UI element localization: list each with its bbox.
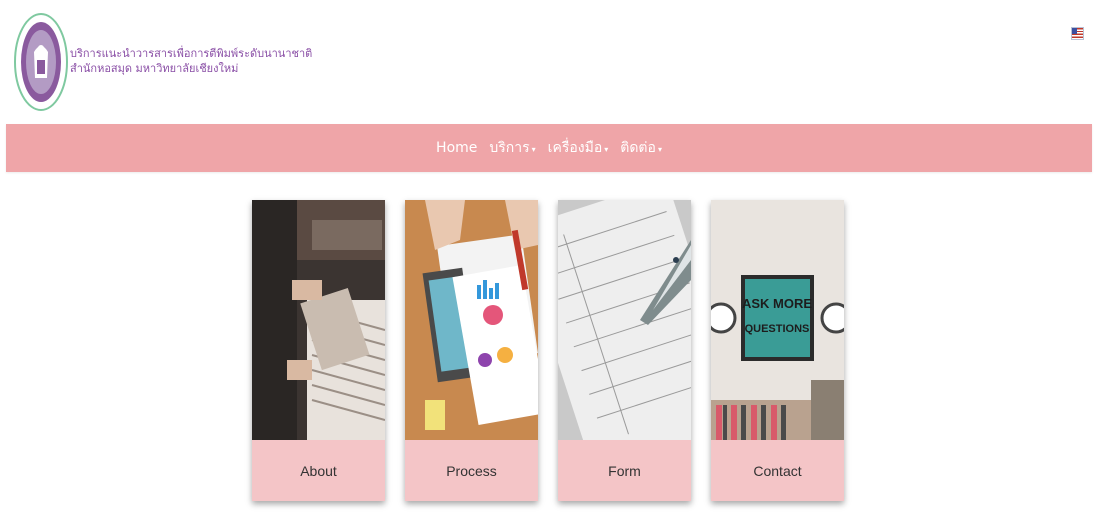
site-header: บริการแนะนำวารสารเพื่อการตีพิมพ์ระดับนาน…: [0, 0, 1096, 122]
card-about-label: About: [300, 462, 337, 479]
card-form[interactable]: Form: [558, 200, 691, 501]
nav-home[interactable]: Home: [436, 140, 477, 156]
caret-down-icon: ▾: [531, 144, 536, 154]
card-about-image: [252, 200, 385, 440]
card-process-label: Process: [446, 462, 497, 479]
brand-line-1: บริการแนะนำวารสารเพื่อการตีพิมพ์ระดับนาน…: [70, 47, 313, 60]
card-about[interactable]: About: [252, 200, 385, 501]
language-flag-icon[interactable]: [1071, 27, 1084, 40]
card-process-image: [405, 200, 538, 440]
card-contact-label: Contact: [753, 462, 802, 479]
poster-line-1: ASK MORE: [742, 296, 812, 311]
card-contact[interactable]: ASK MORE QUESTIONS Contact: [711, 200, 844, 501]
nav-home-label: Home: [436, 140, 478, 156]
card-process[interactable]: Process: [405, 200, 538, 501]
nav-tools[interactable]: เครื่องมือ ▾: [548, 137, 609, 159]
brand-line-2: สำนักหอสมุด มหาวิทยาลัยเชียงใหม่: [70, 62, 239, 75]
nav-contact[interactable]: ติดต่อ ▾: [620, 137, 662, 159]
nav-services[interactable]: บริการ ▾: [489, 137, 535, 159]
card-form-label: Form: [608, 462, 641, 479]
nav-services-label: บริการ: [489, 140, 530, 156]
university-logo[interactable]: [14, 12, 68, 112]
caret-down-icon: ▾: [604, 144, 609, 154]
caret-down-icon: ▾: [657, 144, 662, 154]
poster-line-2: QUESTIONS: [745, 323, 810, 335]
nav-tools-label: เครื่องมือ: [547, 140, 603, 156]
card-contact-image: ASK MORE QUESTIONS: [711, 200, 844, 440]
main-navbar: Home บริการ ▾ เครื่องมือ ▾ ติดต่อ ▾: [6, 124, 1092, 172]
library-name: บริการแนะนำวารสารเพื่อการตีพิมพ์ระดับนาน…: [70, 46, 312, 76]
card-form-image: [558, 200, 691, 440]
nav-contact-label: ติดต่อ: [620, 140, 656, 156]
